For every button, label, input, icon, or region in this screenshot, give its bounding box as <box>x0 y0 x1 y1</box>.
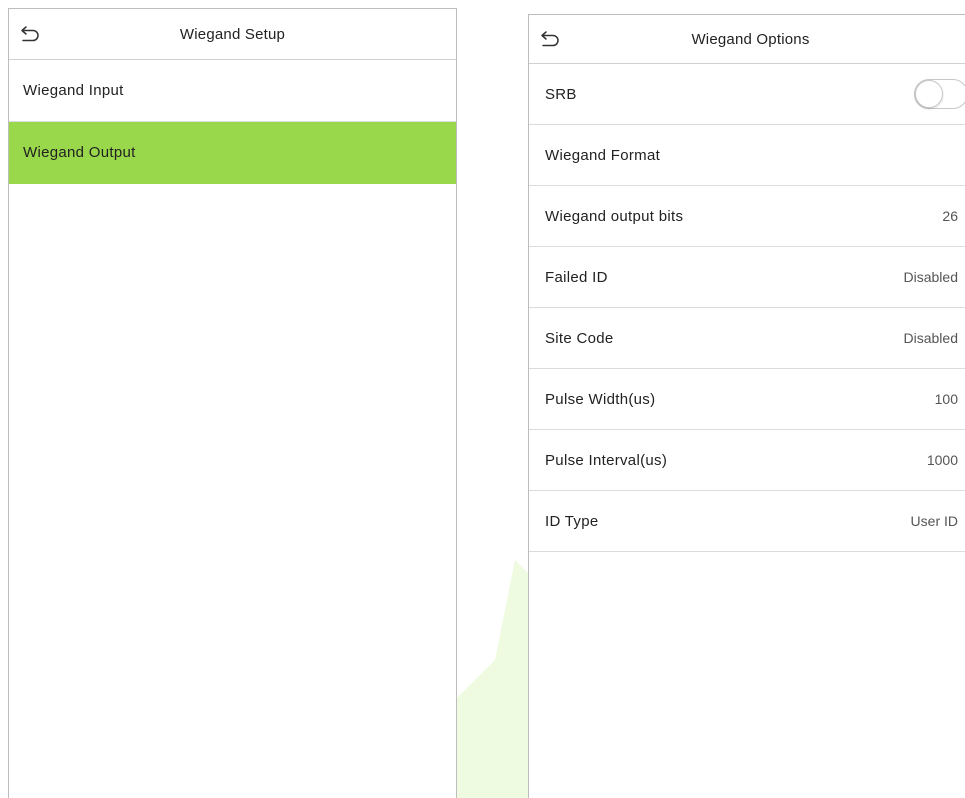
option-row-wiegand-output-bits[interactable]: Wiegand output bits 26 <box>529 186 965 247</box>
option-label: Wiegand Format <box>545 146 661 164</box>
option-row-site-code[interactable]: Site Code Disabled <box>529 308 965 369</box>
option-label: Site Code <box>545 329 614 347</box>
option-value: 100 <box>934 391 958 407</box>
option-label: SRB <box>545 85 577 103</box>
wiegand-options-panel: Wiegand Options SRB Wiegand Format Wiega… <box>528 14 965 798</box>
screen: Wiegand Setup Wiegand Input Wiegand Outp… <box>0 0 965 798</box>
wiegand-setup-header: Wiegand Setup <box>9 9 456 60</box>
menu-item-label: Wiegand Input <box>23 82 124 99</box>
back-arrow-icon[interactable] <box>539 30 561 48</box>
option-row-pulse-width[interactable]: Pulse Width(us) 100 <box>529 369 965 430</box>
option-value: 1000 <box>926 452 958 468</box>
option-label: Pulse Interval(us) <box>545 451 668 469</box>
option-value: Disabled <box>903 269 958 285</box>
page-title: Wiegand Options <box>691 30 810 48</box>
option-row-srb[interactable]: SRB <box>529 64 965 125</box>
option-label: ID Type <box>545 512 599 530</box>
option-value: Disabled <box>903 330 958 346</box>
option-row-id-type[interactable]: ID Type User ID <box>529 491 965 552</box>
srb-toggle[interactable] <box>914 79 965 109</box>
back-arrow-icon[interactable] <box>19 25 41 43</box>
option-label: Wiegand output bits <box>545 207 684 225</box>
option-value: User ID <box>910 513 958 529</box>
wiegand-options-header: Wiegand Options <box>529 15 965 64</box>
menu-item-wiegand-input[interactable]: Wiegand Input <box>9 60 456 122</box>
option-value: 26 <box>942 208 958 224</box>
option-row-pulse-interval[interactable]: Pulse Interval(us) 1000 <box>529 430 965 491</box>
wiegand-setup-panel: Wiegand Setup Wiegand Input Wiegand Outp… <box>8 8 457 798</box>
menu-item-wiegand-output[interactable]: Wiegand Output <box>9 122 456 184</box>
page-title: Wiegand Setup <box>179 25 286 43</box>
option-label: Pulse Width(us) <box>545 390 656 408</box>
option-row-failed-id[interactable]: Failed ID Disabled <box>529 247 965 308</box>
option-label: Failed ID <box>545 268 608 286</box>
toggle-knob <box>915 80 943 108</box>
menu-item-label: Wiegand Output <box>23 144 136 161</box>
option-row-wiegand-format[interactable]: Wiegand Format <box>529 125 965 186</box>
